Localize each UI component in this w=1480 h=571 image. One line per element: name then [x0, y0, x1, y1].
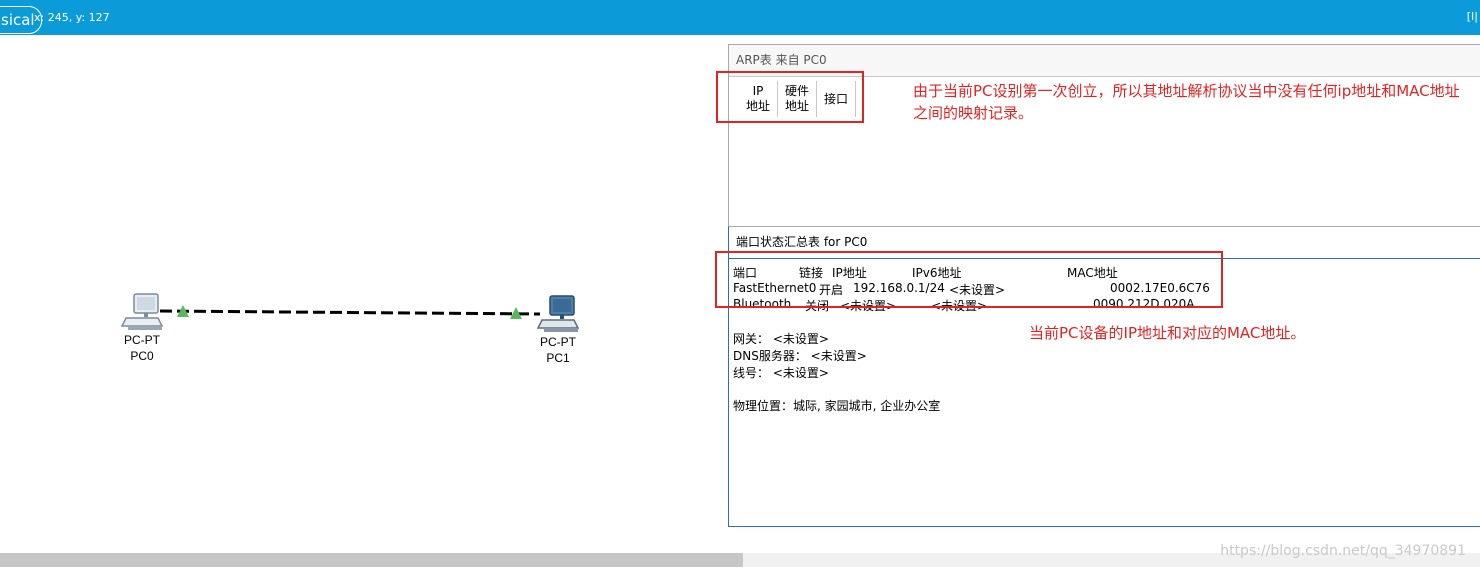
device-pc1[interactable]: PC-PT PC1	[523, 294, 593, 366]
device-pc0[interactable]: PC-PT PC0	[107, 292, 177, 364]
port-highlight-box	[715, 251, 1223, 308]
scrollbar-thumb[interactable]	[0, 553, 743, 567]
gateway-line: 网关： <未设置>	[733, 332, 829, 346]
pc-icon	[536, 295, 580, 332]
device-name-label: PC0	[130, 349, 154, 363]
device-model-label: PC-PT	[124, 333, 160, 347]
port-annotation-note: 当前PC设备的IP地址和对应的MAC地址。	[1029, 324, 1306, 342]
location-line: 物理位置：城际, 家园城市, 企业办公室	[733, 399, 941, 413]
ethernet-link	[159, 309, 541, 316]
line-number-line: 线号： <未设置>	[733, 366, 829, 380]
device-model-label: PC-PT	[540, 335, 576, 349]
device-name-label: PC1	[546, 351, 570, 365]
arp-annotation-note: 由于当前PC设别第一次创立，所以其地址解析协议当中没有任何ip地址和MAC地址之…	[913, 82, 1460, 122]
pc-icon	[120, 293, 164, 330]
dns-line: DNS服务器： <未设置>	[733, 349, 867, 363]
watermark: https://blog.csdn.net/qq_34970891	[1220, 543, 1466, 559]
arp-highlight-box	[716, 71, 864, 123]
